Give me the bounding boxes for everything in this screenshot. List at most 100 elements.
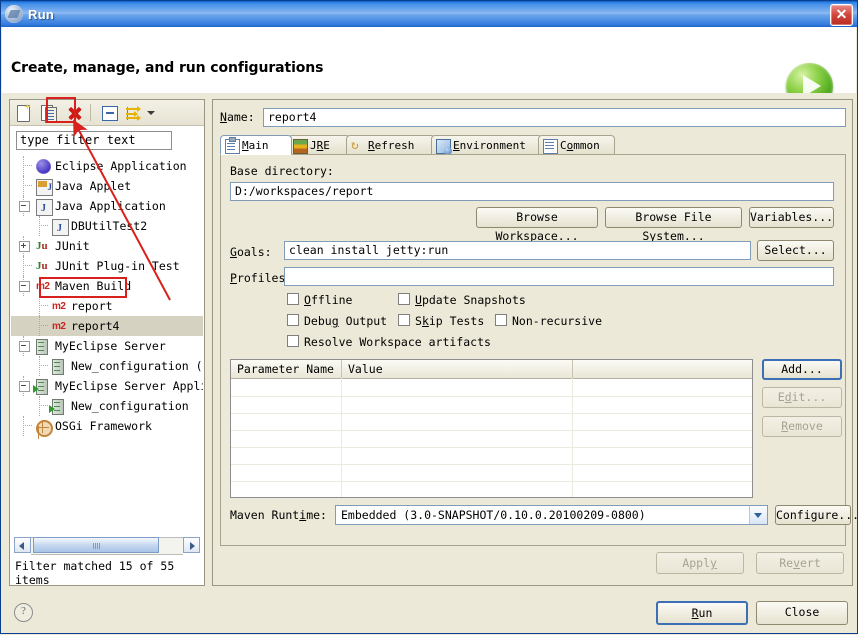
maven-icon: m2 bbox=[52, 321, 66, 332]
tree-item-osgi-framework[interactable]: OSGi Framework bbox=[11, 416, 203, 437]
tree-item-java-applet[interactable]: Java Applet bbox=[11, 176, 203, 197]
tree-horizontal-scrollbar[interactable] bbox=[14, 537, 200, 555]
add-parameter-button[interactable]: Add... bbox=[762, 359, 842, 380]
table-row[interactable] bbox=[231, 430, 752, 448]
browse-workspace-label: Browse Workspace... bbox=[495, 210, 579, 243]
browse-file-system-label: Browse File System... bbox=[635, 210, 712, 243]
close-button[interactable]: Close bbox=[756, 601, 848, 625]
collapse-all-icon[interactable] bbox=[98, 102, 120, 123]
browse-file-system-button[interactable]: Browse File System... bbox=[605, 207, 742, 243]
tree-item-label: DBUtilTest2 bbox=[71, 219, 148, 233]
tree-item-myeclipse-server-applica[interactable]: MyEclipse Server Applica bbox=[11, 376, 203, 396]
offline-checkbox[interactable] bbox=[287, 293, 299, 305]
table-row[interactable] bbox=[231, 447, 752, 465]
skip-tests-label[interactable]: Skip Tests bbox=[415, 315, 484, 328]
tree-item-new-configuration-1[interactable]: New_configuration (1) bbox=[11, 356, 203, 376]
table-row[interactable] bbox=[231, 379, 752, 397]
tree-expander[interactable] bbox=[19, 241, 30, 252]
tree-expander[interactable] bbox=[19, 341, 30, 352]
tree-item-eclipse-application[interactable]: Eclipse Application bbox=[11, 156, 203, 176]
junit-plugin-icon: Ju bbox=[36, 260, 48, 272]
tree-item-maven-build[interactable]: m2 Maven Build bbox=[11, 276, 203, 296]
filter-input[interactable]: type filter text bbox=[16, 131, 172, 150]
tree-toolbar bbox=[10, 100, 204, 126]
chevron-down-icon[interactable] bbox=[749, 506, 767, 524]
base-directory-label: Base directory: bbox=[230, 164, 334, 178]
update-snapshots-checkbox[interactable] bbox=[398, 293, 410, 305]
column-header-parameter-name[interactable]: Parameter Name bbox=[231, 360, 341, 378]
chevron-down-icon[interactable] bbox=[147, 110, 155, 115]
page-title: Create, manage, and run configurations bbox=[11, 60, 324, 76]
launch-configuration-tree[interactable]: Eclipse Application Java Applet Java Appli… bbox=[11, 156, 203, 536]
select-goals-button[interactable]: Select... bbox=[757, 240, 834, 261]
parameters-table[interactable]: Parameter Name Value bbox=[230, 359, 753, 499]
chevron-right-icon[interactable] bbox=[183, 537, 200, 553]
goals-input[interactable]: clean install jetty:run bbox=[284, 241, 751, 260]
tab-refresh[interactable]: ↻ Refresh bbox=[346, 135, 435, 155]
close-icon[interactable]: ✕ bbox=[830, 4, 853, 26]
tree-expander[interactable] bbox=[19, 281, 30, 292]
table-row[interactable] bbox=[231, 413, 752, 431]
run-configurations-dialog: Run ✕ Create, manage, and run configurat… bbox=[0, 0, 858, 634]
tab-main[interactable]: Main bbox=[220, 135, 292, 155]
tree-item-label: New_configuration (1) bbox=[71, 359, 203, 373]
column-header-value[interactable]: Value bbox=[342, 360, 572, 378]
scrollbar-thumb[interactable] bbox=[33, 537, 159, 553]
debug-output-checkbox[interactable] bbox=[287, 314, 299, 326]
tree-item-label: MyEclipse Server Applica bbox=[55, 379, 203, 393]
junit-icon: Ju bbox=[36, 240, 48, 252]
tree-expander[interactable] bbox=[19, 201, 30, 212]
maven-runtime-label: Maven Runtime: bbox=[230, 508, 327, 522]
tree-item-junit[interactable]: Ju JUnit bbox=[11, 236, 203, 256]
table-row[interactable] bbox=[231, 396, 752, 414]
chevron-left-icon[interactable] bbox=[14, 537, 31, 553]
configure-maven-button[interactable]: Configure... bbox=[775, 505, 858, 525]
tab-common[interactable]: Common bbox=[538, 135, 615, 155]
non-recursive-checkbox[interactable] bbox=[495, 314, 507, 326]
profiles-input[interactable] bbox=[284, 267, 834, 286]
tab-jre[interactable]: JRE bbox=[288, 135, 350, 155]
tree-item-java-application[interactable]: Java Application bbox=[11, 196, 203, 219]
tree-item-report[interactable]: m2 report bbox=[11, 296, 203, 316]
browse-workspace-button[interactable]: Browse Workspace... bbox=[476, 207, 598, 243]
common-tab-icon bbox=[543, 139, 558, 154]
table-row[interactable] bbox=[231, 481, 752, 499]
base-directory-input[interactable]: D:/workspaces/report bbox=[230, 182, 834, 201]
run-button[interactable]: Run bbox=[656, 601, 748, 625]
refresh-tab-icon: ↻ bbox=[351, 138, 359, 153]
profiles-label: Profiles: bbox=[230, 271, 293, 285]
help-question-icon[interactable]: ? bbox=[14, 603, 33, 622]
resolve-workspace-artifacts-label[interactable]: Resolve Workspace artifacts bbox=[304, 336, 491, 349]
tree-item-junit-plug-in-test[interactable]: Ju JUnit Plug-in Test bbox=[11, 256, 203, 276]
skip-tests-checkbox[interactable] bbox=[398, 314, 410, 326]
tab-environment[interactable]: Environment bbox=[431, 135, 542, 155]
new-launch-configuration-icon[interactable] bbox=[13, 102, 35, 123]
maven-runtime-select[interactable]: Embedded (3.0-SNAPSHOT/0.10.0.20100209-0… bbox=[335, 505, 768, 525]
maven-runtime-row: Maven Runtime: Embedded (3.0-SNAPSHOT/0.… bbox=[230, 505, 858, 525]
launch-configuration-tree-panel: type filter text Eclipse Application Java… bbox=[9, 99, 205, 587]
debug-output-label[interactable]: Debug Output bbox=[304, 315, 387, 328]
java-applet-icon bbox=[36, 177, 53, 197]
tree-item-myeclipse-server[interactable]: MyEclipse Server bbox=[11, 336, 203, 356]
variables-button[interactable]: Variables... bbox=[749, 207, 834, 228]
filter-launch-configurations-icon[interactable] bbox=[123, 102, 145, 123]
delete-launch-configuration-icon[interactable] bbox=[63, 102, 85, 123]
table-row[interactable] bbox=[231, 464, 752, 482]
duplicate-launch-configuration-icon[interactable] bbox=[38, 102, 60, 123]
column-header-extra[interactable] bbox=[573, 360, 752, 378]
update-snapshots-label[interactable]: Update Snapshots bbox=[415, 294, 526, 307]
tab-label: Environment bbox=[453, 139, 526, 152]
dialog-footer: ? Run Close bbox=[2, 593, 856, 633]
tree-item-dbutiltest2[interactable]: DBUtilTest2 bbox=[11, 216, 203, 239]
tree-item-new-configuration[interactable]: New_configuration bbox=[11, 396, 203, 416]
resolve-workspace-artifacts-checkbox[interactable] bbox=[287, 335, 299, 347]
tree-item-label: JUnit bbox=[55, 239, 90, 253]
tree-item-report4[interactable]: m2 report4 bbox=[11, 316, 203, 336]
non-recursive-label[interactable]: Non-recursive bbox=[512, 315, 602, 328]
tree-expander[interactable] bbox=[19, 381, 30, 392]
name-input[interactable]: report4 bbox=[263, 108, 846, 127]
dialog-header: Create, manage, and run configurations bbox=[2, 27, 856, 110]
tree-item-label: report4 bbox=[71, 319, 120, 333]
offline-label[interactable]: Offline bbox=[304, 294, 352, 307]
server-icon bbox=[52, 359, 64, 375]
